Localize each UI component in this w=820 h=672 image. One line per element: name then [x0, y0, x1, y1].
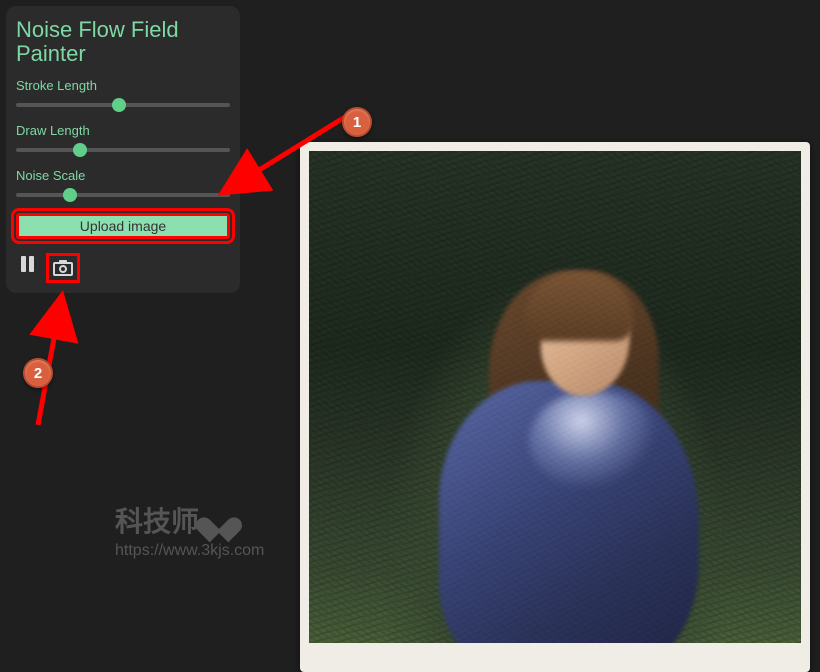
slider-rail	[16, 193, 230, 197]
output-frame	[300, 142, 810, 672]
slider-noise-scale: Noise Scale	[16, 168, 230, 203]
watermark-url: https://www.3kjs.com	[115, 542, 264, 560]
slider-draw-length: Draw Length	[16, 123, 230, 158]
slider-thumb[interactable]	[73, 143, 87, 157]
camera-icon	[53, 260, 73, 276]
pause-button[interactable]	[16, 253, 40, 275]
figure	[459, 251, 739, 643]
slider-label: Stroke Length	[16, 78, 230, 93]
panel-title: Noise Flow Field Painter	[16, 18, 230, 66]
pause-icon	[21, 256, 35, 272]
slider-track[interactable]	[16, 187, 230, 203]
slider-label: Draw Length	[16, 123, 230, 138]
upload-image-label: Upload image	[80, 218, 166, 234]
watermark: 科技师 https://www.3kjs.com	[115, 500, 264, 560]
slider-thumb[interactable]	[63, 188, 77, 202]
annotation-badge-2: 2	[23, 358, 53, 388]
annotation-badge-1: 1	[342, 107, 372, 137]
slider-track[interactable]	[16, 97, 230, 113]
snapshot-button[interactable]	[51, 257, 75, 279]
slider-label: Noise Scale	[16, 168, 230, 183]
control-row	[16, 253, 230, 283]
slider-track[interactable]	[16, 142, 230, 158]
output-canvas[interactable]	[309, 151, 801, 643]
control-panel: Noise Flow Field Painter Stroke Length D…	[6, 6, 240, 293]
slider-stroke-length: Stroke Length	[16, 78, 230, 113]
slider-thumb[interactable]	[112, 98, 126, 112]
heart-icon	[205, 507, 233, 533]
upload-image-button[interactable]: Upload image	[16, 213, 230, 239]
slider-rail	[16, 148, 230, 152]
watermark-title: 科技师	[115, 500, 264, 540]
annotation-arrow-2	[20, 285, 90, 430]
snapshot-button-highlight	[46, 253, 80, 283]
